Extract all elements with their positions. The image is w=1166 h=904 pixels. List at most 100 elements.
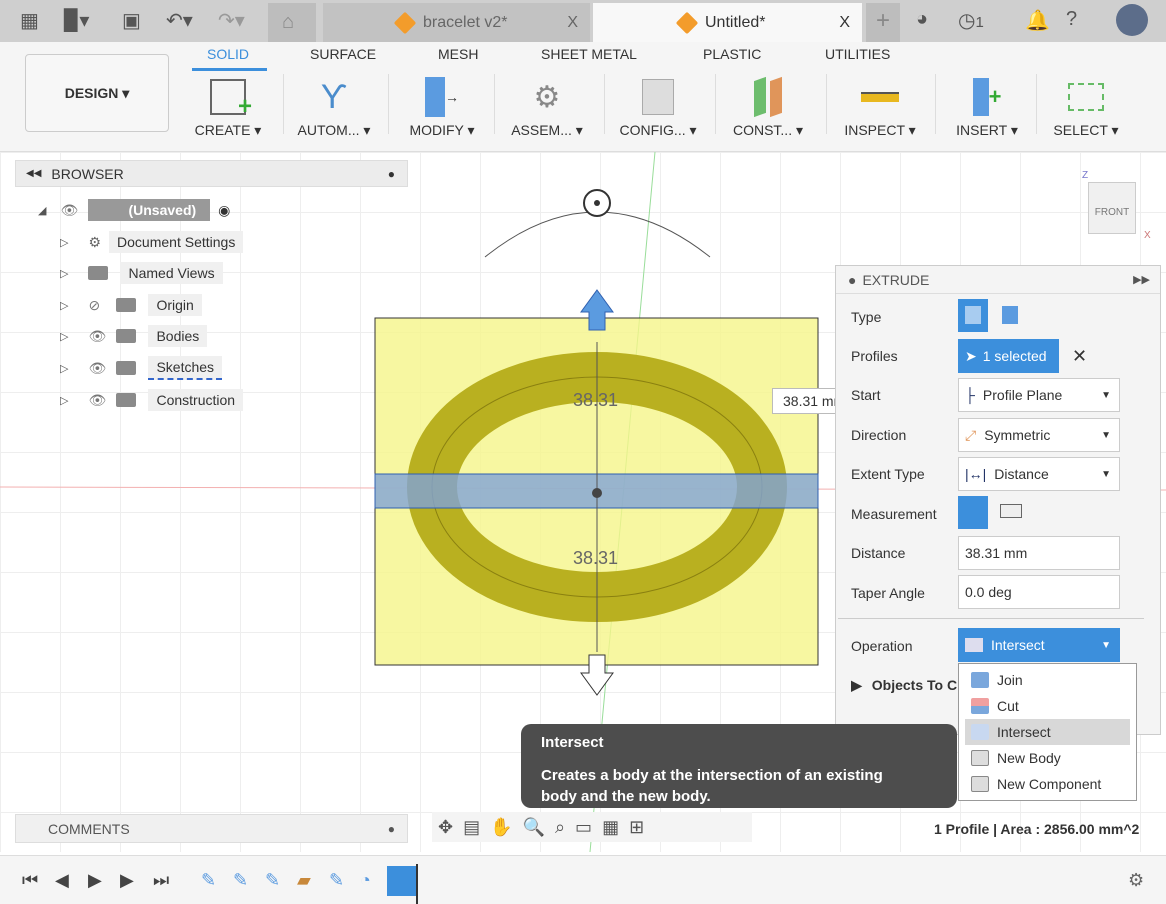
distance-input[interactable]: 38.31 mm	[772, 388, 836, 414]
tree-item-construction[interactable]: ▷ 👁 Construction	[60, 388, 244, 412]
configure-menu[interactable]: CONFIG... ▾	[608, 72, 708, 139]
viewcube[interactable]: FRONT	[1088, 182, 1136, 234]
tab-surface[interactable]: SURFACE	[310, 46, 376, 62]
menu-item-new-component[interactable]: New Component	[965, 771, 1130, 797]
timeline-marker[interactable]	[416, 864, 418, 904]
display-settings-icon[interactable]: ▭	[575, 817, 592, 838]
sweep-feature-icon[interactable]: ◔	[360, 870, 371, 891]
next-step-icon[interactable]: ▶	[120, 870, 134, 891]
construct-menu[interactable]: CONST... ▾	[718, 72, 818, 139]
profiles-selector[interactable]: ➤ 1 selected	[958, 339, 1059, 373]
expand-icon[interactable]: ▷	[60, 236, 68, 249]
plane-feature-icon[interactable]: ▰	[297, 870, 311, 891]
inspect-menu[interactable]: INSPECT ▾	[830, 72, 930, 139]
first-step-icon[interactable]: ⏮	[22, 870, 38, 891]
assemble-menu[interactable]: ⚙ ASSEM... ▾	[497, 72, 597, 139]
sketch-feature-icon[interactable]: ✎	[233, 870, 248, 891]
browser-header[interactable]: ◀◀ BROWSER ●	[15, 160, 408, 187]
menu-item-cut[interactable]: Cut	[965, 693, 1130, 719]
last-step-icon[interactable]: ⏭	[153, 870, 169, 891]
tab-untitled[interactable]: Untitled* X	[593, 3, 862, 42]
menu-item-intersect[interactable]: Intersect	[965, 719, 1130, 745]
tab-bracelet[interactable]: bracelet v2* X	[323, 3, 590, 42]
orbit-icon[interactable]: ✥	[438, 817, 453, 838]
extent-type-dropdown[interactable]: |↔| Distance ▼	[958, 457, 1120, 491]
tree-item-origin[interactable]: ▷ ⊘ Origin	[60, 293, 202, 317]
notifications-icon[interactable]: 🔔	[1025, 8, 1050, 33]
tree-root[interactable]: ◢ 👁 (Unsaved) ◉	[38, 198, 230, 222]
redo-icon[interactable]: ↷▾	[218, 8, 245, 33]
avatar[interactable]	[1116, 4, 1148, 36]
comments-panel[interactable]: COMMENTS ●	[15, 814, 408, 843]
new-tab-button[interactable]: +	[866, 3, 900, 42]
objects-to-cut-section[interactable]: ▶ Objects To Cut	[851, 677, 959, 694]
expand-icon[interactable]: ▷	[60, 362, 68, 375]
distance-field[interactable]: 38.31 mm	[958, 536, 1120, 570]
job-status-icon[interactable]: ◷1	[958, 8, 984, 33]
tab-utilities[interactable]: UTILITIES	[825, 46, 890, 62]
sketch-feature-active[interactable]	[387, 866, 417, 896]
home-button[interactable]: ⌂	[268, 3, 316, 42]
eye-hidden-icon[interactable]: ⊘	[88, 297, 108, 314]
direction-dropdown[interactable]: ⤢ Symmetric ▼	[958, 418, 1120, 452]
play-icon[interactable]: ▶	[88, 870, 102, 891]
viewcube-face[interactable]: FRONT	[1095, 207, 1129, 218]
activate-icon[interactable]: ◉	[218, 202, 230, 219]
operation-dropdown[interactable]: Intersect ▼	[958, 628, 1120, 662]
fit-icon[interactable]: ⌕	[555, 817, 565, 838]
pan-icon[interactable]: ✋	[490, 817, 512, 838]
tree-item-bodies[interactable]: ▷ 👁 Bodies	[60, 324, 208, 348]
create-menu[interactable]: + CREATE ▾	[178, 72, 278, 139]
measurement-symmetric-button[interactable]	[958, 496, 988, 529]
grid-settings-icon[interactable]: ▦	[602, 817, 619, 838]
expand-icon[interactable]: ◢	[38, 204, 46, 217]
sketch-feature-icon[interactable]: ✎	[265, 870, 280, 891]
expand-icon[interactable]: ▷	[60, 267, 68, 280]
automate-menu[interactable]: Ƴ AUTOM... ▾	[284, 72, 384, 139]
select-menu[interactable]: SELECT ▾	[1036, 72, 1136, 139]
previous-step-icon[interactable]: ◀	[55, 870, 69, 891]
tree-item-document-settings[interactable]: ▷ ⚙ Document Settings	[60, 230, 244, 254]
eye-icon[interactable]: 👁	[88, 392, 108, 409]
save-icon[interactable]: ▣	[122, 8, 141, 33]
eye-icon[interactable]: 👁	[88, 328, 108, 345]
collapse-icon[interactable]: ◀◀	[26, 168, 41, 179]
close-tab-button[interactable]: X	[567, 14, 578, 32]
collapse-icon[interactable]: ●	[848, 272, 856, 288]
add-comment-icon[interactable]: ●	[388, 822, 395, 836]
tab-plastic[interactable]: PLASTIC	[703, 46, 761, 62]
expand-dialog-icon[interactable]: ▶▶	[1133, 273, 1150, 286]
file-icon[interactable]: ▉▾	[64, 8, 89, 33]
expand-icon[interactable]: ▷	[60, 394, 68, 407]
tab-sheet-metal[interactable]: SHEET METAL	[541, 46, 637, 62]
type-solid-button[interactable]	[958, 299, 988, 332]
look-at-icon[interactable]: ▤	[463, 817, 480, 838]
modify-menu[interactable]: → MODIFY ▾	[392, 72, 492, 139]
undo-icon[interactable]: ↶▾	[166, 8, 193, 33]
apps-grid-icon[interactable]: ▦	[20, 8, 39, 33]
sync-icon[interactable]: ◕	[916, 8, 928, 31]
eye-icon[interactable]: 👁	[60, 202, 80, 219]
insert-menu[interactable]: + INSERT ▾	[937, 72, 1037, 139]
minimize-icon[interactable]: ●	[388, 167, 395, 181]
tree-item-named-views[interactable]: ▷ Named Views	[60, 261, 223, 285]
menu-item-join[interactable]: Join	[965, 667, 1130, 693]
gear-icon[interactable]: ⚙	[1128, 870, 1144, 891]
close-tab-button[interactable]: X	[839, 14, 850, 32]
clear-selection-icon[interactable]: ✕	[1072, 346, 1087, 367]
zoom-icon[interactable]: 🔍	[523, 817, 545, 838]
tab-mesh[interactable]: MESH	[438, 46, 478, 62]
sketch-feature-icon[interactable]: ✎	[329, 870, 344, 891]
expand-icon[interactable]: ▷	[60, 299, 68, 312]
type-thin-button[interactable]	[1002, 306, 1018, 324]
tab-solid[interactable]: SOLID	[207, 46, 249, 62]
measurement-whole-button[interactable]	[1000, 504, 1022, 518]
workspace-switcher[interactable]: DESIGN ▾	[25, 54, 169, 132]
viewports-icon[interactable]: ⊞	[629, 817, 644, 838]
expand-icon[interactable]: ▷	[60, 330, 68, 343]
help-icon[interactable]: ?	[1066, 8, 1077, 31]
eye-icon[interactable]: 👁	[88, 360, 108, 377]
menu-item-new-body[interactable]: New Body	[965, 745, 1130, 771]
sketch-feature-icon[interactable]: ✎	[201, 870, 216, 891]
taper-angle-field[interactable]: 0.0 deg	[958, 575, 1120, 609]
